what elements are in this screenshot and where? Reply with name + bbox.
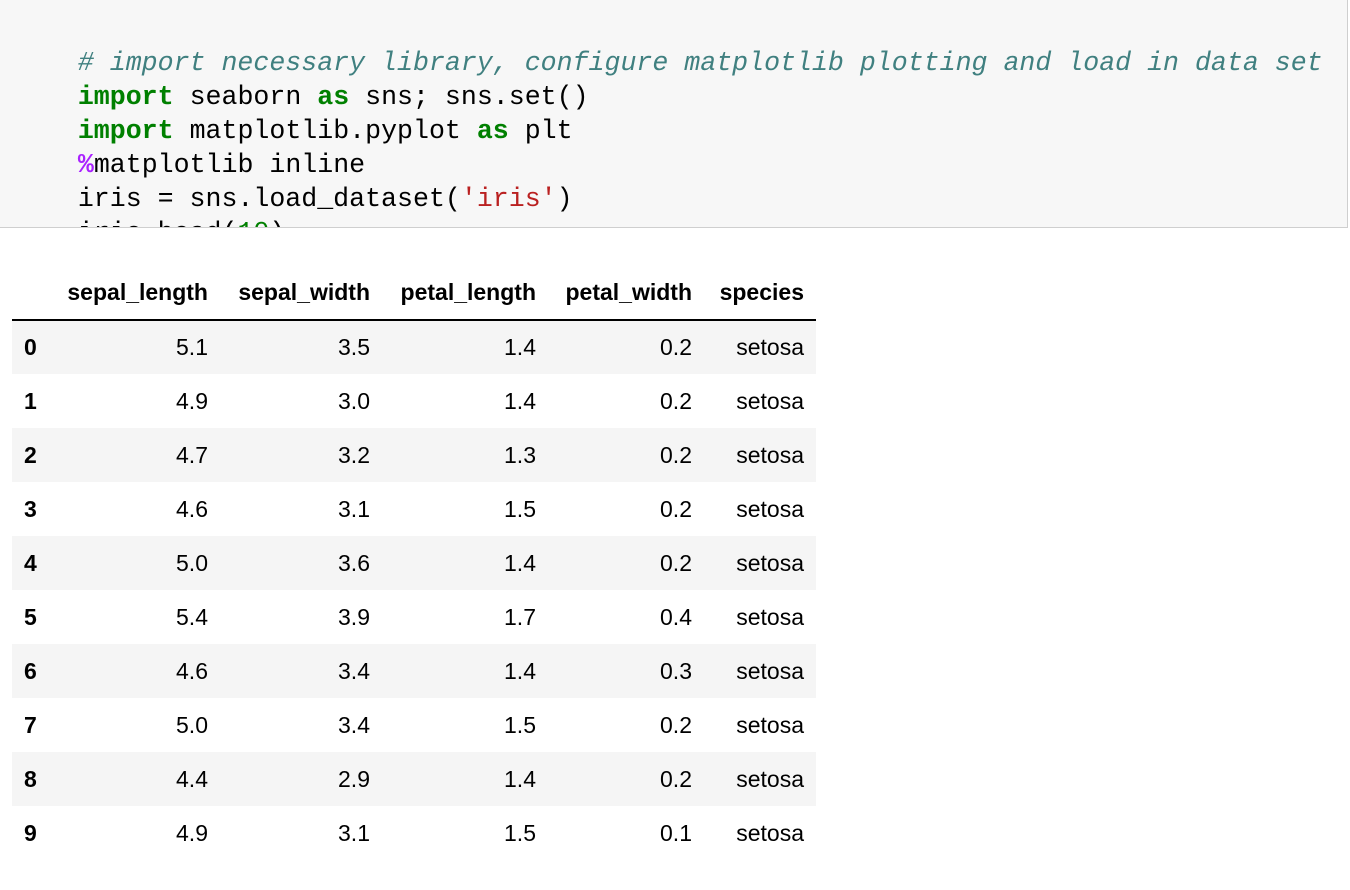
code-line: import matplotlib.pyplot as plt [14, 80, 573, 146]
row-index: 5 [24, 603, 37, 630]
code-token: as [476, 116, 509, 146]
table-cell: 5.4 [176, 603, 208, 630]
table-cell: 4.9 [176, 387, 208, 414]
code-line: %matplotlib inline [14, 114, 365, 180]
code-line: iris.head(10) [14, 182, 285, 227]
code-token: 'iris' [460, 184, 557, 214]
table-cell: setosa [736, 441, 804, 468]
table-cell: 5.1 [176, 334, 208, 360]
table-row: 1 4.9 3.0 1.4 0.2 setosa [12, 374, 816, 428]
table-cell: 0.2 [660, 334, 692, 360]
table-cell: 0.2 [660, 387, 692, 414]
row-index: 7 [24, 711, 37, 738]
table-cell: 1.5 [504, 711, 536, 738]
row-index: 1 [24, 387, 37, 414]
row-index: 2 [24, 441, 37, 468]
table-cell: setosa [736, 657, 804, 684]
cell-output: sepal_length sepal_width petal_length pe… [12, 266, 816, 860]
table-cell: 1.4 [504, 387, 536, 414]
table-cell: 1.5 [504, 819, 536, 846]
table-cell: 3.4 [338, 657, 370, 684]
table-cell: 4.7 [176, 441, 208, 468]
table-row: 9 4.9 3.1 1.5 0.1 setosa [12, 806, 816, 860]
dataframe-table: sepal_length sepal_width petal_length pe… [12, 266, 816, 860]
code-token: ) [556, 184, 573, 214]
table-cell: 1.4 [504, 549, 536, 576]
table-cell: 3.4 [338, 711, 370, 738]
table-row: 7 5.0 3.4 1.5 0.2 setosa [12, 698, 816, 752]
table-cell: 4.6 [176, 495, 208, 522]
table-cell: 3.0 [338, 387, 370, 414]
table-cell: 5.0 [176, 711, 208, 738]
code-token: iris.head( [78, 218, 238, 227]
table-cell: setosa [736, 334, 804, 360]
table-cell: 3.5 [338, 334, 370, 360]
table-cell: setosa [736, 549, 804, 576]
table-cell: setosa [736, 603, 804, 630]
table-row: 4 5.0 3.6 1.4 0.2 setosa [12, 536, 816, 590]
table-cell: 3.6 [338, 549, 370, 576]
column-header: sepal_length [62, 266, 220, 321]
table-cell: 0.1 [660, 819, 692, 846]
column-header: petal_length [382, 266, 548, 321]
code-line: import seaborn as sns; sns.set() [14, 46, 589, 112]
table-cell: 4.4 [176, 765, 208, 792]
table-row: 3 4.6 3.1 1.5 0.2 setosa [12, 482, 816, 536]
row-index: 9 [24, 819, 37, 846]
code-line: iris = sns.load_dataset('iris') [14, 148, 573, 214]
table-row: 5 5.4 3.9 1.7 0.4 setosa [12, 590, 816, 644]
table-cell: 0.2 [660, 549, 692, 576]
row-index: 6 [24, 657, 37, 684]
table-cell: 4.6 [176, 657, 208, 684]
column-header: species [704, 266, 816, 321]
table-cell: 0.2 [660, 711, 692, 738]
column-header: petal_width [548, 266, 704, 321]
table-cell: 1.3 [504, 441, 536, 468]
table-cell: 3.9 [338, 603, 370, 630]
table-cell: 1.4 [504, 657, 536, 684]
table-cell: 1.7 [504, 603, 536, 630]
row-index: 8 [24, 765, 37, 792]
table-cell: 5.0 [176, 549, 208, 576]
table-cell: 0.4 [660, 603, 692, 630]
row-index: 4 [24, 549, 37, 576]
table-cell: 2.9 [338, 765, 370, 792]
row-index: 3 [24, 495, 37, 522]
code-token: 10 [237, 218, 269, 227]
table-cell: 1.4 [504, 765, 536, 792]
table-cell: 1.4 [504, 334, 536, 360]
table-cell: 0.2 [660, 441, 692, 468]
table-cell: 3.1 [338, 819, 370, 846]
table-cell: setosa [736, 711, 804, 738]
table-row: 6 4.6 3.4 1.4 0.3 setosa [12, 644, 816, 698]
row-index: 0 [24, 334, 37, 360]
table-cell: 0.3 [660, 657, 692, 684]
table-cell: 4.9 [176, 819, 208, 846]
table-cell: 0.2 [660, 495, 692, 522]
table-row: 0 5.1 3.5 1.4 0.2 setosa [12, 320, 816, 374]
table-cell: setosa [736, 495, 804, 522]
table-cell: setosa [736, 765, 804, 792]
table-cell: setosa [736, 819, 804, 846]
column-header: sepal_width [220, 266, 382, 321]
index-header [12, 266, 62, 321]
table-cell: setosa [736, 387, 804, 414]
table-cell: 3.2 [338, 441, 370, 468]
code-line: # import necessary library, configure ma… [14, 12, 1323, 78]
table-cell: 0.2 [660, 765, 692, 792]
table-header-row: sepal_length sepal_width petal_length pe… [12, 266, 816, 321]
code-token: plt [508, 116, 573, 146]
code-cell-input[interactable]: # import necessary library, configure ma… [0, 0, 1348, 228]
code-token: ) [269, 218, 285, 227]
table-row: 2 4.7 3.2 1.3 0.2 setosa [12, 428, 816, 482]
table-cell: 1.5 [504, 495, 536, 522]
table-row: 8 4.4 2.9 1.4 0.2 setosa [12, 752, 816, 806]
table-cell: 3.1 [338, 495, 370, 522]
